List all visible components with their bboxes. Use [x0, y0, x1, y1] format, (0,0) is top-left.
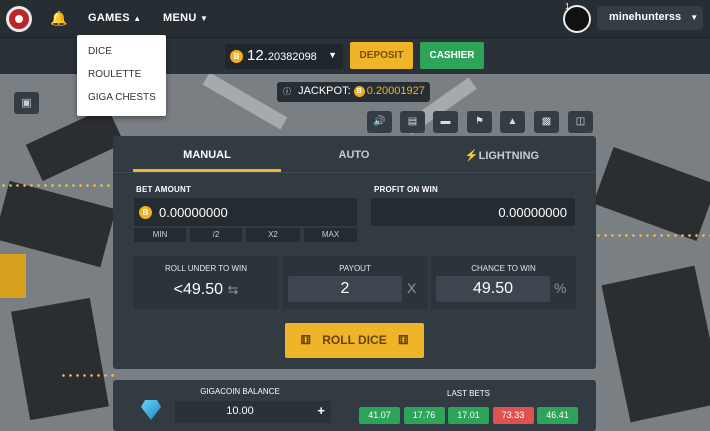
deposit-button[interactable]: DEPOSIT — [350, 42, 413, 69]
profit-on-win-label: PROFIT ON WIN — [374, 185, 438, 194]
image-icon[interactable]: ▣ — [14, 92, 39, 114]
mode-tabs: MANUAL AUTO ⚡LIGHTNING — [113, 136, 596, 173]
chance-input[interactable]: 49.50 — [436, 276, 550, 302]
bg-shape — [202, 74, 288, 130]
plus-icon[interactable]: + — [317, 403, 325, 418]
roll-under-display: <49.50 ⇆ — [133, 281, 279, 299]
bell-icon[interactable]: 🔔 — [50, 10, 67, 27]
bet-amount-label: BET AMOUNT — [136, 185, 192, 194]
roll-dice-button[interactable]: ⚅ ROLL DICE ⚅ — [285, 323, 424, 358]
divider — [113, 172, 596, 173]
bg-shape — [11, 297, 109, 421]
profit-on-win-value: 0.00000000 — [498, 205, 567, 220]
balance-selector[interactable]: B 12.20382098 ▼ — [225, 44, 343, 69]
balance-whole: 12. — [247, 47, 268, 64]
last-bets-label: LAST BETS — [447, 389, 490, 398]
minimize-icon[interactable]: ▬ — [433, 111, 458, 133]
gigacoin-balance-label: GIGACOIN BALANCE — [200, 387, 280, 396]
dropdown-item-roulette[interactable]: ROULETTE — [77, 63, 166, 86]
swap-icon[interactable]: ⇆ — [227, 282, 238, 297]
lightning-icon: ⚡ — [464, 150, 479, 162]
payout-box: PAYOUT 2 X — [282, 256, 428, 309]
bg-shape — [601, 265, 710, 423]
sound-icon[interactable]: 🔊 — [367, 111, 392, 133]
max-button[interactable]: MAX — [304, 228, 357, 242]
balance-fraction: 20382098 — [267, 51, 317, 63]
chevron-down-icon: ▼ — [690, 13, 699, 22]
cashier-button[interactable]: CASHIER — [420, 42, 484, 69]
nav-menu[interactable]: MENU ▼ — [163, 12, 208, 24]
bg-lights — [0, 184, 120, 187]
payout-input[interactable]: 2 — [288, 276, 402, 302]
coin-icon: B — [139, 206, 152, 219]
flag-icon[interactable]: ⚑ — [467, 111, 492, 133]
top-nav-bar: 🔔 GAMES ▲ MENU ▼ 1 minehunterss ▼ — [0, 0, 710, 38]
last-bet-chip[interactable]: 17.01 — [448, 407, 489, 424]
graduation-cap-icon[interactable]: ▲ — [500, 111, 525, 133]
payout-label: PAYOUT — [339, 264, 371, 273]
info-icon[interactable]: ⓘ — [283, 87, 291, 96]
dropdown-item-dice[interactable]: DICE — [77, 40, 166, 63]
chevron-down-icon: ▼ — [199, 14, 209, 23]
profit-on-win-field: 0.00000000 — [371, 198, 575, 226]
bg-lights — [595, 234, 710, 237]
coin-icon: B — [230, 50, 243, 63]
nav-menu-label: MENU — [163, 12, 197, 24]
jackpot-display: ⓘ JACKPOT: B 0.20001927 — [277, 82, 430, 102]
chance-label: CHANCE TO WIN — [471, 264, 536, 273]
last-bet-chip[interactable]: 46.41 — [537, 407, 578, 424]
chevron-down-icon: ▼ — [328, 50, 337, 60]
half-button[interactable]: /2 — [190, 228, 242, 242]
gigacoin-balance-value: 10.00 — [226, 405, 254, 417]
last-bet-chip[interactable]: 17.76 — [403, 407, 445, 424]
coin-icon: B — [353, 85, 365, 97]
bg-gold-panel — [0, 254, 26, 298]
nav-games-label: GAMES — [88, 12, 130, 24]
balance-value: 12.20382098 — [247, 47, 317, 64]
games-dropdown: DICE ROULETTE GIGA CHESTS — [77, 35, 166, 116]
payout-suffix: X — [407, 280, 417, 296]
tab-lightning-label: LIGHTNING — [478, 150, 540, 162]
stats-chart-icon[interactable]: ▤ — [400, 111, 425, 133]
bottom-panel: GIGACOIN BALANCE 10.00 + LAST BETS 41.07… — [113, 380, 596, 431]
tab-auto[interactable]: AUTO — [280, 149, 428, 161]
roll-under-label: ROLL UNDER TO WIN — [164, 264, 248, 273]
nav-games-menu[interactable]: GAMES ▲ — [88, 12, 141, 24]
chance-box: CHANCE TO WIN 49.50 % — [431, 256, 576, 309]
tab-manual[interactable]: MANUAL — [133, 149, 281, 161]
roll-dice-label: ROLL DICE — [322, 333, 387, 347]
roll-under-value: <49.50 — [173, 281, 224, 298]
chevron-up-icon: ▲ — [133, 14, 142, 23]
jackpot-value: 0.20001927 — [366, 85, 425, 97]
bg-shape — [25, 106, 125, 182]
dice-game-panel: MANUAL AUTO ⚡LIGHTNING BET AMOUNT B 0.00… — [113, 136, 596, 369]
jackpot-label: JACKPOT: — [298, 85, 351, 97]
car-icon[interactable]: ◫ — [568, 111, 593, 133]
last-bet-chip[interactable]: 41.07 — [359, 407, 400, 424]
site-logo[interactable] — [6, 6, 32, 32]
gigacoin-balance-field: 10.00 + — [175, 401, 331, 423]
tab-lightning[interactable]: ⚡LIGHTNING — [428, 149, 576, 162]
dropdown-item-giga-chests[interactable]: GIGA CHESTS — [77, 86, 166, 109]
chance-suffix: % — [554, 280, 567, 296]
bet-amount-input[interactable]: B 0.00000000 — [134, 198, 357, 226]
min-button[interactable]: MIN — [134, 228, 186, 242]
avatar-level-badge: 1 — [565, 2, 570, 11]
bet-amount-value: 0.00000000 — [159, 205, 228, 220]
bg-lights — [60, 374, 115, 377]
dice-icon: ⚅ — [300, 333, 311, 347]
last-bet-chip[interactable]: 73.33 — [492, 407, 534, 424]
bg-shape — [593, 146, 710, 242]
user-menu[interactable]: minehunterss ▼ — [597, 6, 703, 30]
roll-under-box[interactable]: ROLL UNDER TO WIN <49.50 ⇆ — [133, 256, 279, 309]
double-button[interactable]: X2 — [246, 228, 300, 242]
username: minehunterss — [609, 11, 682, 23]
save-icon[interactable]: ▩ — [534, 111, 559, 133]
dice-icon: ⚅ — [398, 333, 409, 347]
diamond-icon — [141, 400, 161, 420]
